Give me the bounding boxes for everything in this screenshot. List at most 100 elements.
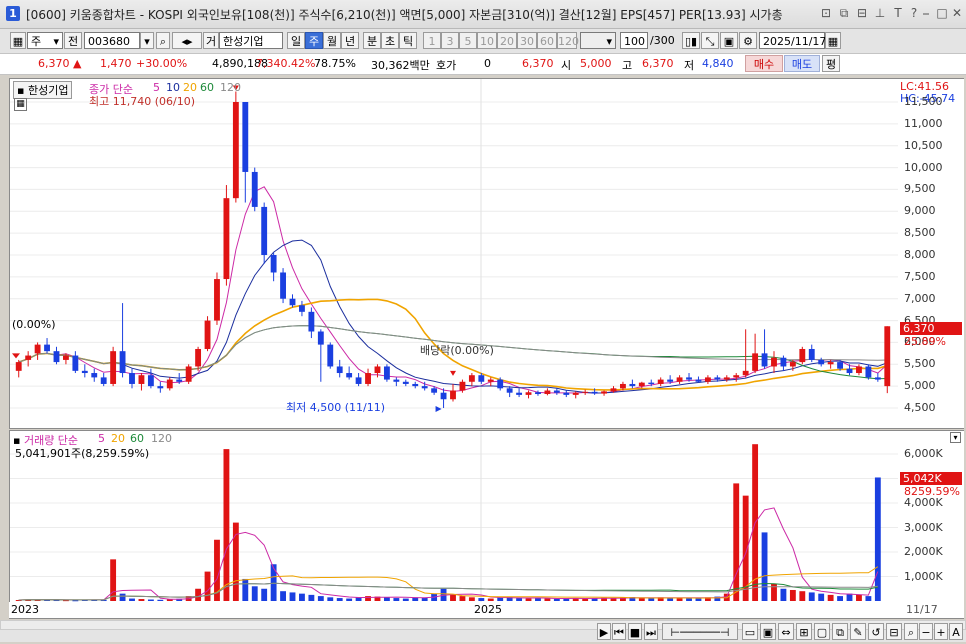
- window-title: [0600] 키움종합차트 - KOSPI 외국인보유[108(천)] 주식수[…: [26, 8, 783, 22]
- draw-icon[interactable]: ✎: [850, 623, 866, 640]
- candle-body: [355, 377, 362, 384]
- preset-icon[interactable]: ⊟: [886, 623, 902, 640]
- interval-1[interactable]: 1: [423, 32, 441, 49]
- volume-bar: [761, 532, 768, 601]
- interval-120[interactable]: 120: [557, 32, 579, 49]
- sell-button[interactable]: 매도: [784, 55, 820, 72]
- volume-bar: [846, 593, 853, 601]
- settings-icon[interactable]: ⚙: [739, 32, 757, 49]
- candle-body: [91, 373, 98, 378]
- grid-icon[interactable]: ⊟: [854, 5, 870, 21]
- maximize-icon[interactable]: □: [934, 5, 950, 21]
- stock-code-input[interactable]: 003680: [84, 32, 140, 49]
- price-chart-svg: [10, 79, 899, 428]
- candle-body: [506, 388, 513, 393]
- price-pane-stock-label[interactable]: ▪ 한성기업: [13, 81, 73, 99]
- layout-split-icon[interactable]: ⊞: [796, 623, 812, 640]
- candle-body: [223, 198, 230, 280]
- search-icon[interactable]: ⌕: [156, 32, 170, 49]
- price-chart-pane[interactable]: ▪ 한성기업 종가 단순 5 10 20 60 120 ▦ 최고 11,740 …: [9, 78, 900, 429]
- close-icon[interactable]: ✕: [949, 5, 965, 21]
- sound-icon[interactable]: ◂▸: [172, 32, 202, 49]
- low-label: 저: [684, 59, 695, 72]
- zoom-fit-icon[interactable]: ▣: [760, 623, 776, 640]
- tab-period-second[interactable]: 초: [381, 32, 399, 49]
- candle-body: [327, 344, 334, 367]
- candle-body: [81, 370, 88, 374]
- candle-body: [251, 171, 258, 207]
- interval-10[interactable]: 10: [477, 32, 497, 49]
- restore-layout-icon[interactable]: ⊡: [818, 5, 834, 21]
- first-page-icon[interactable]: ⏮: [612, 623, 626, 640]
- pane-collapse-icon[interactable]: ▾: [950, 432, 961, 443]
- interval-5[interactable]: 5: [459, 32, 477, 49]
- buy-button[interactable]: 매수: [745, 55, 783, 72]
- prev-button[interactable]: 전: [64, 32, 82, 49]
- candle-body: [421, 386, 428, 389]
- last-page-icon[interactable]: ⏭: [644, 623, 658, 640]
- crosshair-icon[interactable]: ⤡: [701, 32, 719, 49]
- volume-bar: [223, 449, 230, 601]
- tab-period-minute[interactable]: 분: [363, 32, 381, 49]
- scroll-right-icon[interactable]: ▶: [597, 623, 611, 640]
- layout-single-icon[interactable]: ▢: [814, 623, 830, 640]
- tab-period-year[interactable]: 년: [341, 32, 359, 49]
- tab-period-day[interactable]: 일: [287, 32, 305, 49]
- candle-body: [62, 355, 69, 360]
- duplicate-window-icon[interactable]: ⧉: [836, 5, 852, 21]
- candle-body: [308, 311, 315, 332]
- zoom-search-icon[interactable]: ⌕: [904, 623, 918, 640]
- chart-reset-icon[interactable]: ↺: [868, 623, 884, 640]
- zoom-out-icon[interactable]: −: [919, 623, 933, 640]
- table-icon[interactable]: ▦: [14, 98, 27, 111]
- tab-period-week[interactable]: 주: [305, 32, 323, 49]
- interval-3[interactable]: 3: [441, 32, 459, 49]
- pin-icon[interactable]: ⊥: [872, 5, 888, 21]
- code-dropdown-icon[interactable]: ▾: [140, 32, 154, 49]
- price-tick-label: 9,500: [904, 182, 936, 196]
- zoom-slider[interactable]: ⊢──────⊣: [662, 623, 738, 640]
- price-scale[interactable]: LC:41.56 HC:-45.74 11,500 11,000 10,500 10,…: [898, 78, 964, 429]
- count-total: /300: [650, 34, 675, 47]
- font-icon[interactable]: T: [890, 5, 906, 21]
- zoom-stretch-icon[interactable]: ⇔: [778, 623, 794, 640]
- candle-mode-icon[interactable]: ▯▮: [682, 32, 700, 49]
- calendar-icon[interactable]: ▦: [825, 32, 841, 49]
- minimize-icon[interactable]: ⎯: [918, 5, 934, 21]
- volume-bar: [299, 593, 305, 601]
- interval-custom-select[interactable]: ▾: [580, 32, 616, 49]
- type-select[interactable]: 주 ▾: [27, 32, 63, 49]
- date-input[interactable]: 2025/11/17: [759, 32, 826, 49]
- date-label-2025: 2025: [474, 603, 502, 616]
- count-input[interactable]: 100: [620, 32, 648, 49]
- candle-body: [676, 377, 683, 382]
- volume-bar: [365, 596, 371, 601]
- eval-button[interactable]: 평: [822, 55, 840, 72]
- interval-60[interactable]: 60: [537, 32, 557, 49]
- volume-bar: [856, 594, 862, 601]
- info-button[interactable]: 거: [203, 32, 219, 49]
- chart-type-icon: ▪: [17, 84, 28, 97]
- tab-period-tick[interactable]: 틱: [399, 32, 417, 49]
- stop-icon[interactable]: ■: [628, 623, 642, 640]
- candle-body: [119, 351, 126, 374]
- interval-20[interactable]: 20: [497, 32, 517, 49]
- font-size-icon[interactable]: A: [949, 623, 963, 640]
- zoom-in-icon[interactable]: +: [934, 623, 948, 640]
- save-icon[interactable]: ▣: [720, 32, 738, 49]
- candle-body: [138, 375, 145, 384]
- volume-tick-label: 6,000K: [904, 447, 943, 460]
- compare-icon[interactable]: ⧉: [832, 623, 848, 640]
- price-tick-label: 8,000: [904, 248, 936, 261]
- candle-body: [837, 362, 844, 369]
- volume-tick-label: 2,000K: [904, 545, 943, 558]
- zoom-box-icon[interactable]: ▭: [742, 623, 758, 640]
- chart-menu-icon[interactable]: ▦: [10, 32, 26, 49]
- candle-body: [874, 377, 881, 380]
- candle-body: [176, 379, 183, 382]
- volume-chart-pane[interactable]: ▪ 거래량 단순 5 20 60 120 5,041,901주(8,259.59…: [9, 430, 900, 603]
- interval-30[interactable]: 30: [517, 32, 537, 49]
- dividend-marker-arrow: [450, 370, 456, 376]
- tab-period-month[interactable]: 월: [323, 32, 341, 49]
- volume-scale[interactable]: ▾ 6,000K5,000K4,000K3,000K2,000K1,000K 5…: [898, 430, 964, 603]
